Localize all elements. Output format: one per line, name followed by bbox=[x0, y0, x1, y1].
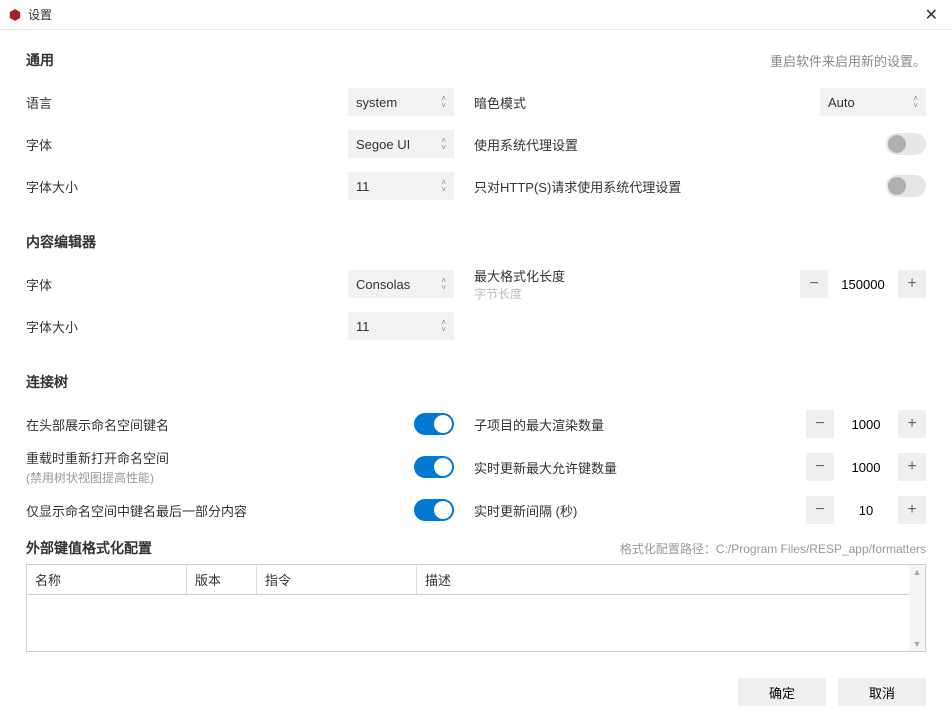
maxformat-hint: 字节长度 bbox=[474, 285, 800, 302]
table-scrollbar[interactable]: ▲ ▼ bbox=[909, 565, 925, 651]
col-version: 版本 bbox=[187, 565, 257, 594]
short-ns-label: 仅显示命名空间中键名最后一部分内容 bbox=[26, 501, 414, 520]
plus-button[interactable]: + bbox=[898, 270, 926, 298]
show-ns-label: 在头部展示命名空间键名 bbox=[26, 415, 414, 434]
section-editor-title: 内容编辑器 bbox=[26, 232, 926, 252]
minus-button[interactable]: − bbox=[800, 270, 828, 298]
language-label: 语言 bbox=[26, 93, 348, 112]
reopen-ns-label: 重载时重新打开命名空间 bbox=[26, 448, 414, 467]
plus-button[interactable]: + bbox=[898, 410, 926, 438]
restart-hint: 重启软件来启用新的设置。 bbox=[770, 51, 926, 70]
formatters-path: 格式化配置路径：C:/Program Files/RESP_app/format… bbox=[620, 540, 926, 557]
chevron-up-down-icon: ˄˅ bbox=[441, 137, 446, 151]
http-proxy-label: 只对HTTP(S)请求使用系统代理设置 bbox=[474, 177, 886, 196]
fontsize-label: 字体大小 bbox=[26, 177, 348, 196]
interval-stepper[interactable]: − + bbox=[806, 496, 926, 524]
titlebar: 设置 ✕ bbox=[0, 0, 952, 30]
cancel-button[interactable]: 取消 bbox=[838, 678, 926, 706]
minus-button[interactable]: − bbox=[806, 410, 834, 438]
col-name: 名称 bbox=[27, 565, 187, 594]
col-cmd: 指令 bbox=[257, 565, 417, 594]
short-ns-toggle[interactable] bbox=[414, 499, 454, 521]
font-select[interactable]: Segoe UI ˄˅ bbox=[348, 130, 454, 158]
darkmode-label: 暗色模式 bbox=[474, 93, 820, 112]
plus-button[interactable]: + bbox=[898, 496, 926, 524]
interval-label: 实时更新间隔 (秒) bbox=[474, 501, 806, 520]
chevron-up-down-icon: ˄˅ bbox=[441, 95, 446, 109]
section-general-title: 通用 bbox=[26, 50, 54, 70]
reopen-ns-toggle[interactable] bbox=[414, 456, 454, 478]
use-system-proxy-toggle[interactable] bbox=[886, 133, 926, 155]
chevron-down-icon: ▼ bbox=[913, 639, 922, 649]
show-ns-toggle[interactable] bbox=[414, 413, 454, 435]
window-title: 设置 bbox=[28, 6, 919, 23]
language-select[interactable]: system ˄˅ bbox=[348, 88, 454, 116]
chevron-up-down-icon: ˄˅ bbox=[441, 179, 446, 193]
maxkeys-label: 实时更新最大允许键数量 bbox=[474, 458, 806, 477]
fontsize-select[interactable]: 11 ˄˅ bbox=[348, 172, 454, 200]
http-proxy-toggle[interactable] bbox=[886, 175, 926, 197]
font-label: 字体 bbox=[26, 135, 348, 154]
col-desc: 描述 bbox=[417, 565, 909, 594]
minus-button[interactable]: − bbox=[806, 496, 834, 524]
chevron-up-icon: ▲ bbox=[913, 567, 922, 577]
darkmode-select[interactable]: Auto ˄˅ bbox=[820, 88, 926, 116]
editor-font-select[interactable]: Consolas ˄˅ bbox=[348, 270, 454, 298]
plus-button[interactable]: + bbox=[898, 453, 926, 481]
app-icon bbox=[8, 8, 22, 22]
interval-input[interactable] bbox=[834, 496, 898, 524]
use-system-proxy-label: 使用系统代理设置 bbox=[474, 135, 886, 154]
ok-button[interactable]: 确定 bbox=[738, 678, 826, 706]
minus-button[interactable]: − bbox=[806, 453, 834, 481]
editor-fontsize-select[interactable]: 11 ˄˅ bbox=[348, 312, 454, 340]
maxkeys-input[interactable] bbox=[834, 453, 898, 481]
editor-font-label: 字体 bbox=[26, 275, 348, 294]
reopen-ns-sublabel: (禁用树状视图提高性能) bbox=[26, 469, 414, 486]
close-icon[interactable]: ✕ bbox=[919, 5, 944, 25]
chevron-up-down-icon: ˄˅ bbox=[441, 319, 446, 333]
maxformat-label: 最大格式化长度 bbox=[474, 266, 800, 285]
editor-fontsize-label: 字体大小 bbox=[26, 317, 348, 336]
section-formatters-title: 外部键值格式化配置 bbox=[26, 538, 152, 558]
maxformat-input[interactable] bbox=[828, 270, 898, 298]
maxformat-stepper[interactable]: − + bbox=[800, 270, 926, 298]
maxrender-stepper[interactable]: − + bbox=[806, 410, 926, 438]
chevron-up-down-icon: ˄˅ bbox=[913, 95, 918, 109]
maxrender-input[interactable] bbox=[834, 410, 898, 438]
maxkeys-stepper[interactable]: − + bbox=[806, 453, 926, 481]
formatters-table: 名称 版本 指令 描述 ▲ ▼ bbox=[26, 564, 926, 652]
chevron-up-down-icon: ˄˅ bbox=[441, 277, 446, 291]
maxrender-label: 子项目的最大渲染数量 bbox=[474, 415, 806, 434]
section-tree-title: 连接树 bbox=[26, 372, 926, 392]
